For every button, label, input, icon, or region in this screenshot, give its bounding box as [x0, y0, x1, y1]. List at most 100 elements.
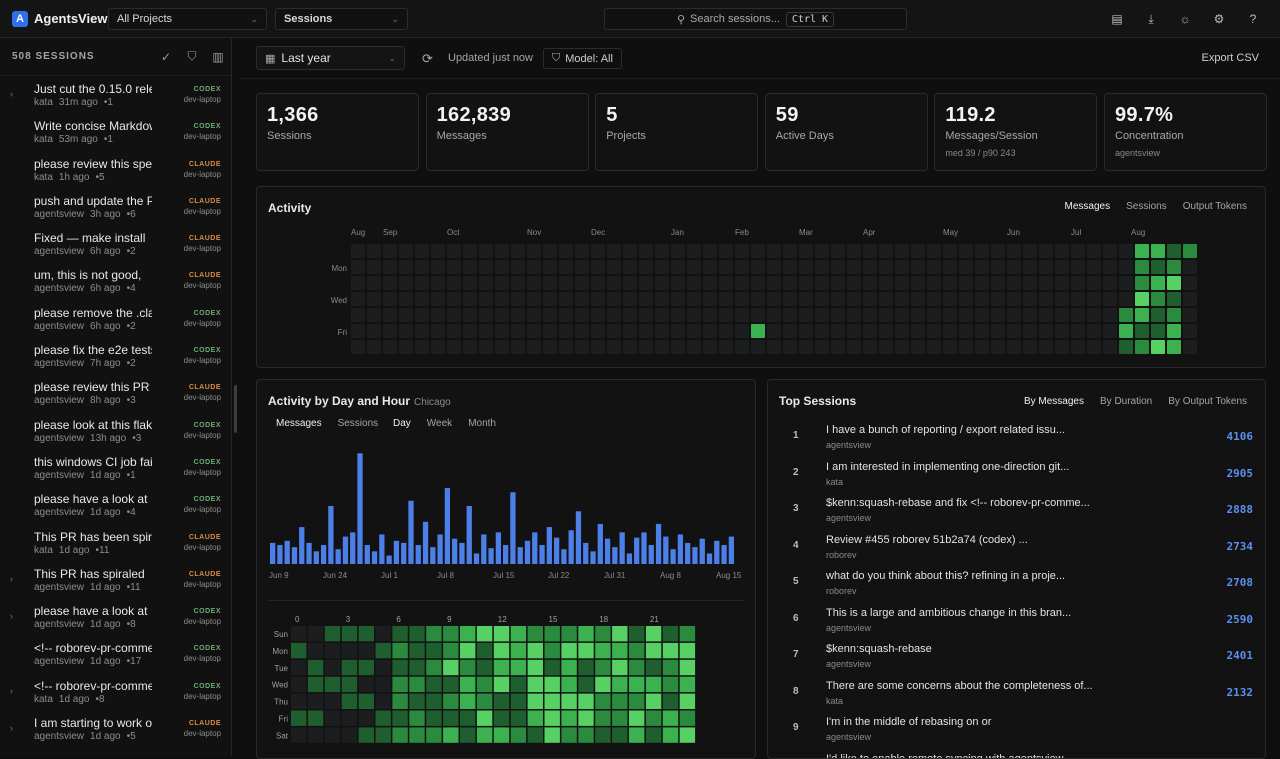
bar[interactable]: [547, 527, 552, 564]
day-cell[interactable]: [815, 260, 829, 274]
session-item[interactable]: please fix the e2e testsagentsview7h ago…: [0, 337, 231, 374]
hour-cell[interactable]: [545, 626, 560, 641]
day-cell[interactable]: [975, 244, 989, 258]
day-cell[interactable]: [767, 276, 781, 290]
day-cell[interactable]: [1183, 276, 1197, 290]
day-cell[interactable]: [447, 292, 461, 306]
day-cell[interactable]: [639, 324, 653, 338]
day-cell[interactable]: [1167, 308, 1181, 322]
day-cell[interactable]: [591, 260, 605, 274]
day-cell[interactable]: [879, 292, 893, 306]
hour-cell[interactable]: [291, 660, 306, 675]
day-cell[interactable]: [655, 340, 669, 354]
day-cell[interactable]: [751, 324, 765, 338]
day-cell[interactable]: [1151, 324, 1165, 338]
day-cell[interactable]: [815, 308, 829, 322]
day-cell[interactable]: [767, 308, 781, 322]
day-cell[interactable]: [559, 260, 573, 274]
day-cell[interactable]: [431, 292, 445, 306]
day-cell[interactable]: [815, 292, 829, 306]
hour-cell[interactable]: [646, 660, 661, 675]
bar[interactable]: [620, 532, 625, 564]
day-cell[interactable]: [943, 260, 957, 274]
day-cell[interactable]: [879, 244, 893, 258]
day-cell[interactable]: [975, 308, 989, 322]
day-cell[interactable]: [1119, 308, 1133, 322]
day-cell[interactable]: [655, 276, 669, 290]
tab-by-messages[interactable]: By Messages: [1016, 393, 1092, 410]
day-cell[interactable]: [847, 260, 861, 274]
day-cell[interactable]: [959, 292, 973, 306]
bar[interactable]: [605, 539, 610, 564]
day-cell[interactable]: [559, 292, 573, 306]
day-cell[interactable]: [479, 244, 493, 258]
day-cell[interactable]: [431, 276, 445, 290]
hour-cell[interactable]: [494, 677, 509, 692]
bar[interactable]: [670, 549, 675, 564]
day-cell[interactable]: [671, 244, 685, 258]
hour-cell[interactable]: [291, 626, 306, 641]
day-cell[interactable]: [1007, 260, 1021, 274]
day-cell[interactable]: [671, 276, 685, 290]
bar[interactable]: [292, 547, 297, 564]
day-cell[interactable]: [1183, 324, 1197, 338]
day-cell[interactable]: [719, 308, 733, 322]
day-cell[interactable]: [927, 308, 941, 322]
day-cell[interactable]: [607, 276, 621, 290]
session-item[interactable]: um, this is not good,agentsview6h ago•4C…: [0, 262, 231, 299]
hour-cell[interactable]: [460, 643, 475, 658]
tab-messages[interactable]: Messages: [268, 415, 330, 432]
hour-cell[interactable]: [409, 711, 424, 726]
bar[interactable]: [350, 532, 355, 564]
hour-cell[interactable]: [443, 727, 458, 742]
layout-icon[interactable]: ▤: [1104, 10, 1130, 28]
day-cell[interactable]: [591, 292, 605, 306]
day-cell[interactable]: [351, 260, 365, 274]
day-cell[interactable]: [591, 308, 605, 322]
day-cell[interactable]: [1023, 308, 1037, 322]
day-cell[interactable]: [463, 244, 477, 258]
day-cell[interactable]: [975, 292, 989, 306]
hour-cell[interactable]: [561, 711, 576, 726]
day-cell[interactable]: [783, 308, 797, 322]
day-cell[interactable]: [1087, 308, 1101, 322]
bar[interactable]: [416, 545, 421, 564]
day-cell[interactable]: [1119, 292, 1133, 306]
day-cell[interactable]: [1151, 340, 1165, 354]
day-cell[interactable]: [527, 244, 541, 258]
session-item[interactable]: please review this PRagentsview8h ago•3C…: [0, 374, 231, 411]
day-cell[interactable]: [895, 340, 909, 354]
bar[interactable]: [445, 488, 450, 564]
day-cell[interactable]: [831, 340, 845, 354]
day-cell[interactable]: [1119, 244, 1133, 258]
bar[interactable]: [518, 547, 523, 564]
hour-cell[interactable]: [325, 660, 340, 675]
hour-cell[interactable]: [612, 643, 627, 658]
hour-cell[interactable]: [595, 643, 610, 658]
hour-cell[interactable]: [392, 694, 407, 709]
bar[interactable]: [467, 506, 472, 564]
sun-icon[interactable]: ☼: [1172, 10, 1198, 28]
day-cell[interactable]: [1071, 260, 1085, 274]
hour-cell[interactable]: [612, 677, 627, 692]
hour-cell[interactable]: [392, 677, 407, 692]
hour-cell[interactable]: [477, 694, 492, 709]
day-cell[interactable]: [415, 340, 429, 354]
day-cell[interactable]: [703, 260, 717, 274]
bar[interactable]: [721, 545, 726, 564]
session-item[interactable]: this windows CI job failsagentsview1d ag…: [0, 449, 231, 486]
day-cell[interactable]: [767, 324, 781, 338]
hour-cell[interactable]: [426, 626, 441, 641]
refresh-icon[interactable]: ⟳: [422, 51, 433, 67]
tab-messages[interactable]: Messages: [1057, 198, 1119, 215]
hour-cell[interactable]: [528, 643, 543, 658]
day-cell[interactable]: [687, 324, 701, 338]
day-cell[interactable]: [991, 340, 1005, 354]
day-cell[interactable]: [591, 324, 605, 338]
day-cell[interactable]: [415, 292, 429, 306]
day-cell[interactable]: [1007, 276, 1021, 290]
hour-cell[interactable]: [629, 677, 644, 692]
hour-cell[interactable]: [308, 626, 323, 641]
day-cell[interactable]: [959, 340, 973, 354]
hour-cell[interactable]: [595, 660, 610, 675]
